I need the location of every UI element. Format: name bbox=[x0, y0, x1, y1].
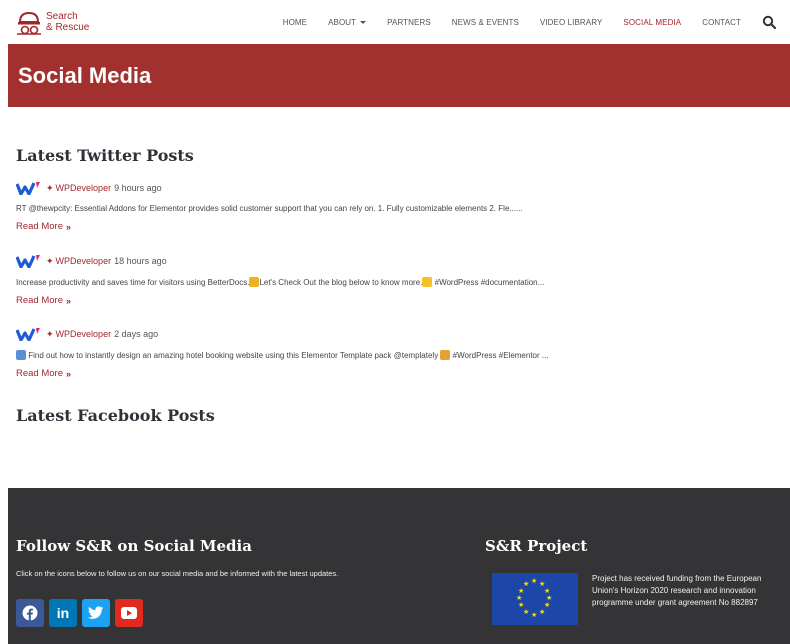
party-emoji-icon bbox=[440, 350, 451, 360]
nav-item-contact[interactable]: CONTACT bbox=[702, 18, 741, 27]
facebook-icon[interactable] bbox=[16, 599, 44, 627]
linkedin-icon[interactable]: in bbox=[49, 599, 77, 627]
nav-item-video-library[interactable]: VIDEO LIBRARY bbox=[540, 18, 603, 27]
read-more-link[interactable]: Read More » bbox=[16, 368, 71, 379]
eu-flag-icon: ★ ★ ★ ★ ★ ★ ★ ★ ★ ★ ★ ★ bbox=[492, 573, 578, 625]
tweet-time: 2 days ago bbox=[114, 329, 159, 339]
twitter-bird-icon: ✦ bbox=[46, 255, 54, 266]
hand-emoji-icon bbox=[249, 277, 260, 287]
tweet-text: Increase productivity and saves time for… bbox=[16, 277, 786, 287]
nav-item-news-events[interactable]: NEWS & EVENTS bbox=[452, 18, 519, 27]
wpdeveloper-avatar-icon bbox=[15, 181, 42, 196]
facebook-section-title: Latest Facebook Posts bbox=[16, 406, 215, 425]
wpdeveloper-avatar-icon bbox=[15, 254, 42, 269]
twitter-icon[interactable] bbox=[82, 599, 110, 627]
tweet-item: ✦ WPDeveloper 9 hours ago RT @thewpcity:… bbox=[15, 180, 786, 234]
logo-text-line1: Search bbox=[46, 11, 78, 22]
tweet-item: ✦ WPDeveloper 18 hours ago Increase prod… bbox=[15, 253, 786, 308]
wpdeveloper-avatar-icon bbox=[15, 327, 42, 342]
tweet-item: ✦ WPDeveloper 2 days ago Find out how to… bbox=[15, 326, 786, 381]
page-banner: Social Media bbox=[8, 44, 790, 107]
nav-item-about-label: ABOUT bbox=[328, 17, 357, 27]
main-nav: HOME ABOUT PARTNERS NEWS & EVENTS VIDEO … bbox=[262, 0, 777, 44]
read-more-link[interactable]: Read More » bbox=[16, 221, 71, 232]
tweet-author[interactable]: WPDeveloper bbox=[56, 256, 112, 266]
tweet-text: Find out how to instantly design an amaz… bbox=[16, 350, 786, 360]
tweet-text-part: Find out how to instantly design an amaz… bbox=[26, 351, 441, 360]
tweet-author[interactable]: WPDeveloper bbox=[56, 329, 112, 339]
page-title: Social Media bbox=[18, 63, 152, 88]
hotel-emoji-icon bbox=[16, 350, 26, 360]
site-logo[interactable]: Search & Rescue bbox=[14, 6, 104, 38]
double-chevron-right-icon: » bbox=[66, 221, 72, 232]
nav-item-about[interactable]: ABOUT bbox=[328, 17, 367, 27]
chevron-down-icon bbox=[360, 20, 367, 24]
tweet-text-part: #WordPress #documentation... bbox=[432, 278, 545, 287]
tweet-text-part: #WordPress #Elementor ... bbox=[450, 351, 549, 360]
top-navigation-bar: Search & Rescue HOME ABOUT PARTNERS NEWS… bbox=[0, 0, 790, 44]
project-funding-text: Project has received funding from the Eu… bbox=[592, 574, 762, 607]
project-title: S&R Project bbox=[485, 537, 588, 555]
nav-item-partners[interactable]: PARTNERS bbox=[387, 18, 431, 27]
twitter-section-title: Latest Twitter Posts bbox=[16, 146, 194, 165]
double-chevron-right-icon: » bbox=[66, 295, 72, 306]
follow-text: Click on the icons below to follow us on… bbox=[16, 569, 339, 578]
follow-title: Follow S&R on Social Media bbox=[16, 537, 252, 555]
nav-item-social-media[interactable]: SOCIAL MEDIA bbox=[623, 18, 681, 27]
search-icon[interactable] bbox=[762, 15, 777, 30]
read-more-label: Read More bbox=[16, 295, 63, 306]
tweet-time: 18 hours ago bbox=[114, 256, 167, 266]
nav-item-home[interactable]: HOME bbox=[283, 18, 307, 27]
pointing-down-emoji-icon bbox=[422, 277, 433, 287]
read-more-label: Read More bbox=[16, 221, 63, 232]
tweet-text: RT @thewpcity: Essential Addons for Elem… bbox=[16, 204, 523, 213]
tweet-time: 9 hours ago bbox=[114, 183, 162, 193]
rescue-logo-icon bbox=[14, 7, 44, 37]
tweet-author[interactable]: WPDeveloper bbox=[56, 183, 112, 193]
twitter-bird-icon: ✦ bbox=[46, 182, 54, 193]
tweet-text-part: Let's Check Out the blog below to know m… bbox=[259, 278, 423, 287]
read-more-label: Read More bbox=[16, 368, 63, 379]
youtube-icon[interactable] bbox=[115, 599, 143, 627]
tweet-text-part: Increase productivity and saves time for… bbox=[16, 278, 250, 287]
twitter-bird-icon: ✦ bbox=[46, 328, 54, 339]
site-footer: Follow S&R on Social Media Click on the … bbox=[8, 488, 790, 644]
logo-text-line2: & Rescue bbox=[46, 22, 90, 33]
read-more-link[interactable]: Read More » bbox=[16, 295, 71, 306]
double-chevron-right-icon: » bbox=[66, 368, 72, 379]
